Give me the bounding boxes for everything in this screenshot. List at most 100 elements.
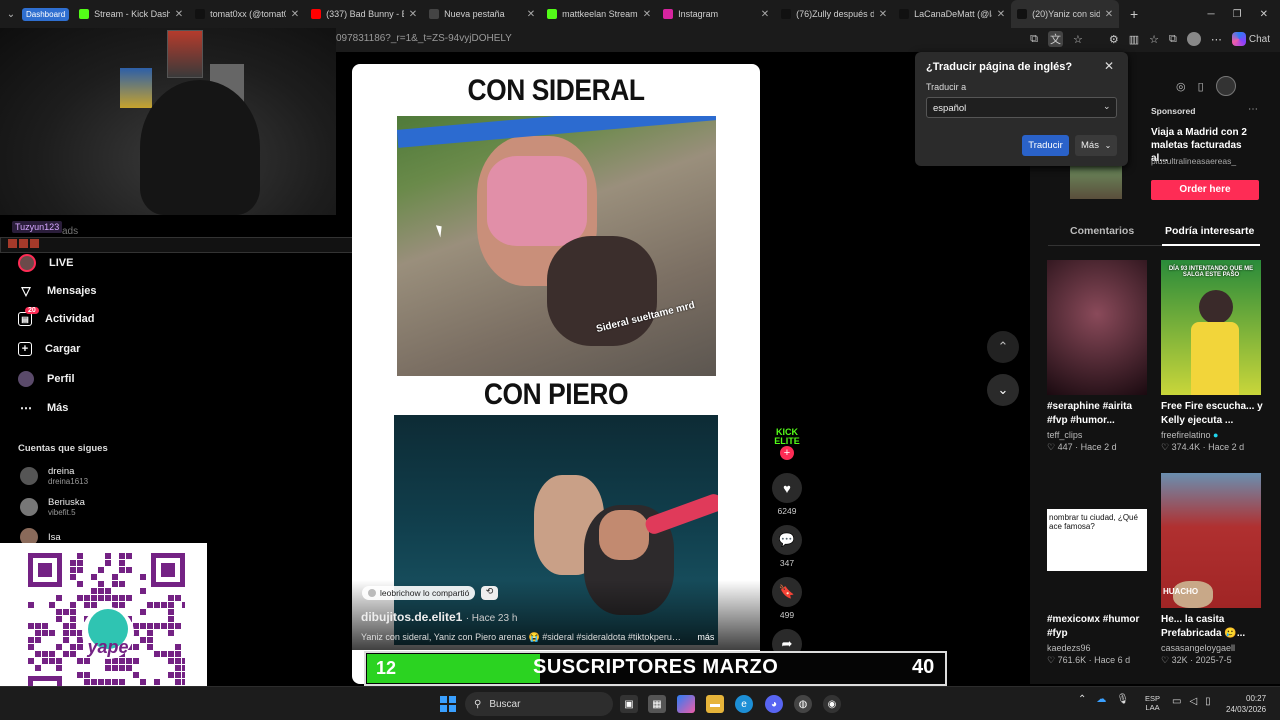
next-video-chevron-down-icon[interactable]: ⌄ — [987, 374, 1019, 406]
device-icon[interactable]: ▯ — [1198, 80, 1204, 93]
tab-comments[interactable]: Comentarios — [1070, 225, 1134, 237]
order-here-button[interactable]: Order here — [1151, 180, 1259, 200]
previous-video-chevron-up-icon[interactable]: ⌃ — [987, 331, 1019, 363]
obs-icon[interactable]: ◉ — [823, 695, 841, 713]
copilot-chat-button[interactable]: Chat — [1231, 32, 1270, 46]
browser-tab[interactable]: Instagram ✕ — [657, 0, 775, 28]
following-item[interactable]: Beriuska vibefit.5 — [20, 497, 85, 517]
video-user[interactable]: kaedezs96 — [1047, 643, 1153, 653]
show-hidden-icons-chevron-icon[interactable]: ⌃ — [1078, 694, 1086, 705]
close-tab-icon[interactable]: ✕ — [879, 9, 887, 20]
browser-tab[interactable]: (76)Zully después de ✕ — [775, 0, 893, 28]
shared-by-pill[interactable]: leobrichow lo compartió — [362, 586, 476, 600]
windows-start-icon[interactable] — [440, 696, 456, 712]
tab-actions-chevron-icon[interactable]: ⌄ — [0, 9, 22, 20]
maximize-icon[interactable]: ❐ — [1233, 9, 1242, 20]
close-tab-icon[interactable]: ✕ — [643, 9, 651, 20]
input-language[interactable]: ESP LAA — [1145, 694, 1160, 712]
sidebar-item-upload[interactable]: + Cargar — [18, 342, 80, 356]
repost-icon[interactable]: ⟲ — [481, 586, 498, 600]
browser-tab[interactable]: tomat0xx (@tomat0x ✕ — [189, 0, 305, 28]
close-tab-icon[interactable]: ✕ — [175, 9, 183, 20]
microphone-icon[interactable]: 🎙 — [1116, 694, 1129, 705]
browser-tab[interactable]: Stream - Kick Dashbo ✕ — [73, 0, 189, 28]
discord-icon[interactable]: ◕ — [765, 695, 783, 713]
language-select[interactable]: español — [926, 97, 1117, 118]
copilot-app-icon[interactable] — [677, 695, 695, 713]
avatar[interactable] — [1215, 76, 1236, 96]
video-title[interactable]: #seraphine #airita #fvp #humor... — [1047, 400, 1153, 428]
browser-tab[interactable]: Nueva pestaña ✕ — [423, 0, 541, 28]
recommended-video-thumbnail[interactable]: DÍA 93 INTENTANDO QUE ME SALGA ESTE PASO — [1161, 260, 1261, 395]
close-window-icon[interactable]: ✕ — [1260, 9, 1268, 20]
task-view-icon[interactable]: ▣ — [620, 695, 638, 713]
extensions-icon[interactable]: ⚙ — [1109, 33, 1119, 46]
following-item[interactable]: dreina dreina1613 — [20, 466, 88, 486]
sidebar-item-live[interactable]: LIVE — [18, 254, 73, 272]
network-icon: ▭ — [1172, 696, 1182, 707]
follow-plus-icon[interactable]: + — [780, 446, 794, 460]
tab-group-dashboard[interactable]: Dashboard — [22, 7, 70, 21]
browser-tab[interactable]: LaCanaDeMatt (@la ✕ — [893, 0, 1011, 28]
close-tab-icon[interactable]: ✕ — [761, 9, 769, 20]
profile-avatar-icon[interactable] — [1186, 32, 1201, 46]
sidebar-item-messages[interactable]: ▽ Mensajes — [18, 283, 96, 299]
translate-button[interactable]: Traducir — [1022, 135, 1069, 156]
video-user[interactable]: casasangeloygaell — [1161, 643, 1267, 653]
recommended-video-thumbnail[interactable] — [1047, 260, 1147, 395]
tiktok-icon — [781, 9, 792, 19]
recommended-video-thumbnail[interactable]: nombrar tu ciudad, ¿Qué ace famosa? — [1047, 473, 1147, 608]
more-link[interactable]: más — [697, 632, 714, 642]
url-text[interactable]: 097831186?_r=1&_t=ZS-94vyjDOHELY — [336, 33, 512, 44]
video-description: Yaniz con sideral, Yaniz con Piero arena… — [361, 632, 751, 643]
taskbar-search[interactable]: ⚲ Buscar — [465, 692, 613, 716]
video-title[interactable]: Free Fire escucha... y Kelly ejecuta ... — [1161, 400, 1267, 428]
ad-thumbnail[interactable] — [1070, 165, 1122, 199]
collections-icon[interactable]: ⧉ — [1169, 33, 1177, 46]
edge-icon[interactable]: e — [735, 695, 753, 713]
close-tab-icon[interactable]: ✕ — [291, 9, 299, 20]
ad-options-icon[interactable]: ⋯ — [1248, 104, 1258, 115]
taskbar-clock[interactable]: 00:27 24/03/2026 — [1226, 693, 1266, 715]
open-external-icon[interactable]: ⧉ — [1030, 33, 1038, 46]
browser-tab[interactable]: (20)Yaniz con side ✕ — [1011, 0, 1120, 28]
file-explorer-icon[interactable]: ▬ — [706, 695, 724, 713]
post-time: · Hace 23 h — [465, 613, 518, 624]
compass-icon[interactable]: ◎ — [1176, 80, 1186, 93]
sidebar-item-profile[interactable]: Perfil — [18, 371, 75, 387]
more-options-button[interactable]: Más ⌄ — [1075, 135, 1117, 156]
close-tab-icon[interactable]: ✕ — [409, 9, 417, 20]
video-user-row[interactable]: freefirelatino ● — [1161, 430, 1267, 440]
browser-tab[interactable]: mattkeelan Stream - V ✕ — [541, 0, 657, 28]
video-user[interactable]: teff_clips — [1047, 430, 1153, 440]
like-button[interactable]: ♥ 6249 — [772, 473, 802, 516]
close-icon[interactable]: ✕ — [1104, 59, 1114, 73]
close-tab-icon[interactable]: ✕ — [527, 9, 535, 20]
new-tab-icon[interactable]: + — [1119, 6, 1149, 22]
cloud-icon[interactable]: ☁ — [1096, 694, 1106, 705]
save-button[interactable]: 🔖 499 — [772, 577, 802, 620]
comment-button[interactable]: 💬 347 — [772, 525, 802, 568]
creator-avatar[interactable]: KICK ELITE — [772, 428, 802, 446]
minimize-icon[interactable]: ─ — [1208, 9, 1215, 20]
sidebar-item-activity[interactable]: ▤ 20 Actividad — [18, 307, 95, 326]
video-stats: ♡ 32K · 2025-7-5 — [1161, 655, 1232, 665]
recommended-video-thumbnail[interactable]: HUACHO — [1161, 473, 1261, 608]
browser-tab[interactable]: (337) Bad Bunny - BA ✕ — [305, 0, 423, 28]
split-screen-icon[interactable]: ▥ — [1129, 33, 1139, 46]
video-title[interactable]: #mexicoᴍx #humor #fyp — [1047, 613, 1153, 641]
tab-recommended[interactable]: Podría interesarte — [1165, 225, 1254, 237]
store-icon[interactable]: ▦ — [648, 695, 666, 713]
app-icon[interactable]: ◍ — [794, 695, 812, 713]
thumbnail-caption: DÍA 93 INTENTANDO QUE ME SALGA ESTE PASO — [1168, 266, 1254, 278]
close-tab-icon[interactable]: ✕ — [997, 9, 1005, 20]
settings-menu-icon[interactable]: ⋯ — [1211, 33, 1222, 46]
favorite-star-icon[interactable]: ☆ — [1073, 33, 1083, 46]
close-tab-icon[interactable]: ✕ — [1105, 9, 1113, 20]
sidebar-item-more[interactable]: ⋯ Más — [18, 400, 68, 416]
video-author[interactable]: dibujitos.de.elite1 · Hace 23 h — [361, 610, 517, 624]
video-title[interactable]: He... la casita Prefabricada 🥲... — [1161, 613, 1267, 641]
favorites-icon[interactable]: ☆ — [1149, 33, 1159, 46]
translate-icon[interactable]: 文 — [1047, 31, 1063, 47]
status-icons[interactable]: ▭ ◁ ▯ — [1172, 696, 1211, 707]
